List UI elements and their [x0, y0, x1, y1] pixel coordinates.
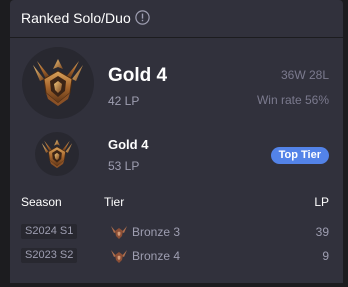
win-rate: Win rate 56% — [256, 93, 329, 107]
card-title: Ranked Solo/Duo — [21, 10, 131, 26]
peak-tier: Gold 4 — [108, 137, 149, 152]
bronze-rank-icon — [110, 224, 128, 245]
table-row: S2023 S2 Bronze 4 9 — [10, 246, 343, 266]
row-tier: Bronze 4 — [132, 249, 181, 263]
column-header-lp: LP — [314, 195, 329, 209]
peak-lp: 53 LP — [108, 159, 140, 173]
current-tier: Gold 4 — [108, 65, 168, 86]
current-rank-emblem — [22, 47, 94, 119]
season-chip: S2024 S1 — [21, 224, 78, 239]
current-lp: 42 LP — [108, 94, 140, 108]
table-row: S2024 S1 Bronze 3 39 — [10, 222, 343, 242]
season-chip: S2023 S2 — [21, 248, 78, 263]
info-circle-icon[interactable] — [135, 10, 150, 25]
bronze-rank-icon — [110, 248, 128, 269]
gold-rank-emblem-icon — [41, 139, 73, 169]
top-tier-badge: Top Tier — [270, 147, 329, 164]
card-bottom-divider — [10, 283, 343, 287]
column-header-tier: Tier — [104, 195, 125, 209]
ranked-solo-duo-card: Ranked Solo/Duo Gold 4 42 LP 36W 28L Win… — [10, 0, 343, 287]
win-loss-record: 36W 28L — [280, 68, 329, 82]
row-tier: Bronze 3 — [132, 225, 181, 239]
column-header-season: Season — [21, 195, 62, 209]
row-lp: 39 — [315, 225, 329, 239]
card-header: Ranked Solo/Duo — [10, 0, 343, 38]
peak-rank-emblem — [35, 132, 79, 176]
row-lp: 9 — [322, 249, 329, 263]
gold-rank-emblem-icon — [33, 59, 83, 106]
